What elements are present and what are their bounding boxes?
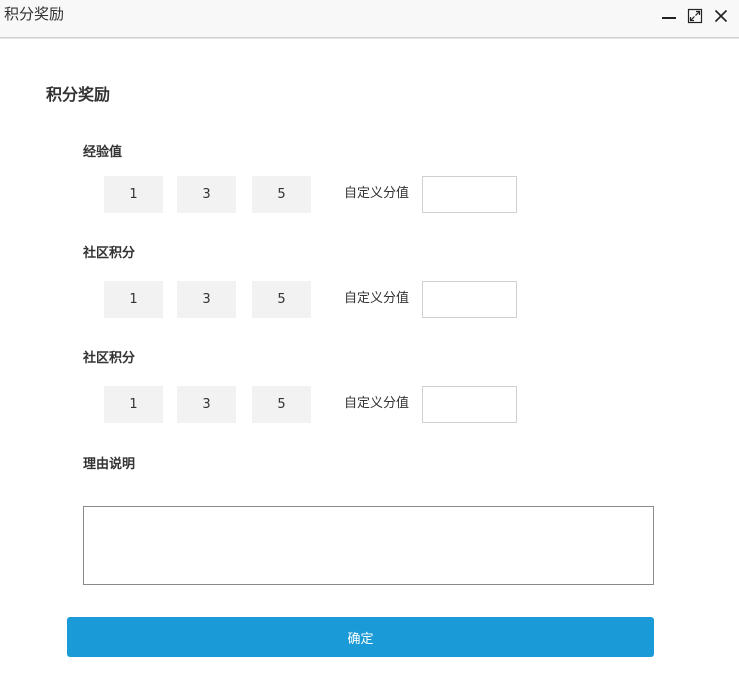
community-points-2-custom-input[interactable] (422, 386, 517, 423)
window-title: 积分奖励 (4, 5, 65, 23)
experience-custom-label: 自定义分值 (344, 186, 410, 201)
window-controls (661, 7, 729, 25)
close-icon (714, 9, 728, 23)
community-points-option-5-button[interactable]: 5 (252, 281, 311, 318)
community-points-option-3-button[interactable]: 3 (177, 281, 236, 318)
maximize-button[interactable] (687, 7, 703, 25)
section-label-community-points-2: 社区积分 (83, 351, 136, 366)
community-points-custom-input[interactable] (422, 281, 517, 318)
maximize-icon (687, 8, 703, 24)
experience-option-1-button[interactable]: 1 (104, 176, 163, 213)
reason-textarea[interactable] (83, 506, 654, 585)
minimize-button[interactable] (661, 7, 677, 25)
community-points-option-1-button[interactable]: 1 (104, 281, 163, 318)
reward-points-window: 积分奖励 积分奖励 经验值 1 3 5 自定义分值 社区积分 1 3 5 自定义… (0, 0, 739, 694)
window-titlebar: 积分奖励 (0, 0, 739, 38)
community-points-custom-label: 自定义分值 (344, 291, 410, 306)
experience-option-5-button[interactable]: 5 (252, 176, 311, 213)
community-points-2-custom-label: 自定义分值 (344, 396, 410, 411)
community-points-2-option-3-button[interactable]: 3 (177, 386, 236, 423)
experience-option-3-button[interactable]: 3 (177, 176, 236, 213)
section-label-community-points: 社区积分 (83, 246, 136, 261)
experience-custom-input[interactable] (422, 176, 517, 213)
section-label-reason: 理由说明 (83, 457, 136, 472)
section-label-experience: 经验值 (83, 145, 123, 160)
confirm-button[interactable]: 确定 (67, 617, 654, 657)
community-points-2-option-5-button[interactable]: 5 (252, 386, 311, 423)
dialog-heading: 积分奖励 (46, 85, 111, 104)
close-button[interactable] (713, 7, 729, 25)
community-points-2-option-1-button[interactable]: 1 (104, 386, 163, 423)
minimize-icon (662, 17, 676, 19)
